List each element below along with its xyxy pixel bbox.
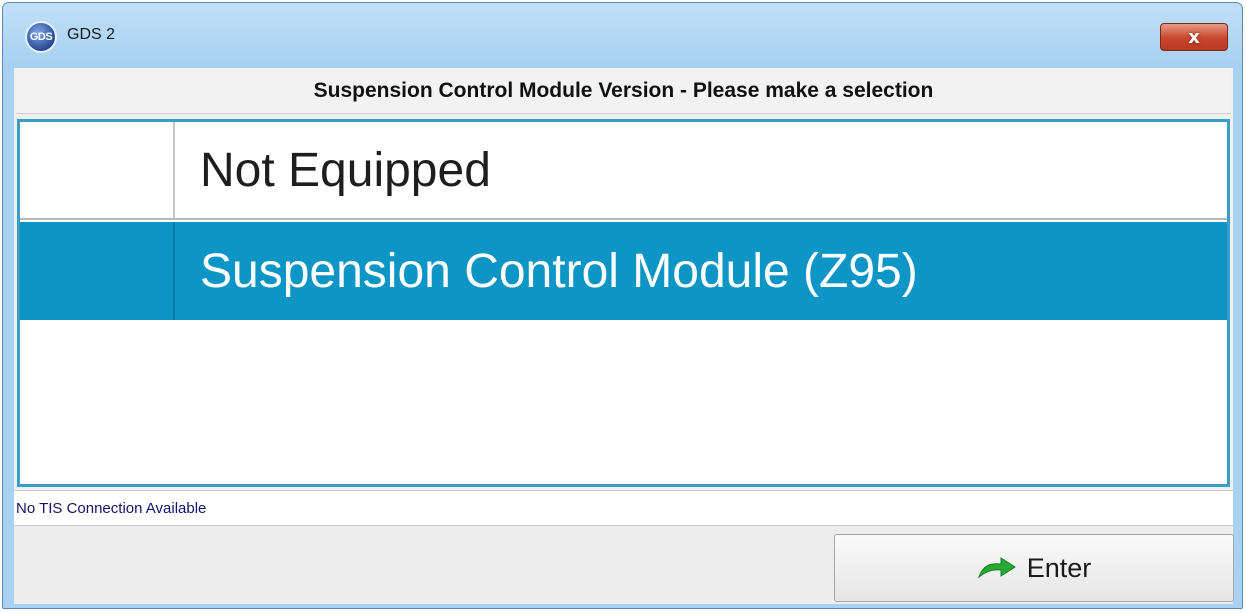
gds2-window: GDS GDS 2 x Suspension Control Module Ve…	[2, 2, 1243, 609]
option-list[interactable]: Not Equipped Suspension Control Module (…	[17, 119, 1230, 487]
close-button[interactable]: x	[1160, 23, 1228, 51]
close-icon: x	[1188, 26, 1200, 48]
enter-label: Enter	[1026, 552, 1092, 583]
green-arrow-icon	[977, 557, 1016, 579]
gds-logo-icon: GDS	[25, 21, 57, 53]
status-text: No TIS Connection Available	[16, 499, 207, 517]
option-lead-cell	[20, 222, 175, 320]
option-label: Suspension Control Module (Z95)	[200, 244, 918, 298]
selection-heading: Suspension Control Module Version - Plea…	[16, 69, 1231, 114]
option-not-equipped[interactable]: Not Equipped	[20, 122, 1227, 220]
window-title: GDS 2	[67, 26, 116, 43]
option-lead-cell	[20, 122, 175, 218]
button-bar: Enter	[14, 526, 1234, 604]
option-label: Not Equipped	[200, 143, 491, 197]
enter-button[interactable]: Enter	[834, 534, 1234, 602]
title-bar[interactable]: GDS GDS 2 x	[3, 3, 1242, 67]
dialog-content: Suspension Control Module Version - Plea…	[14, 68, 1234, 604]
status-bar: No TIS Connection Available	[14, 490, 1233, 526]
option-suspension-control-module-z95[interactable]: Suspension Control Module (Z95)	[20, 222, 1227, 320]
